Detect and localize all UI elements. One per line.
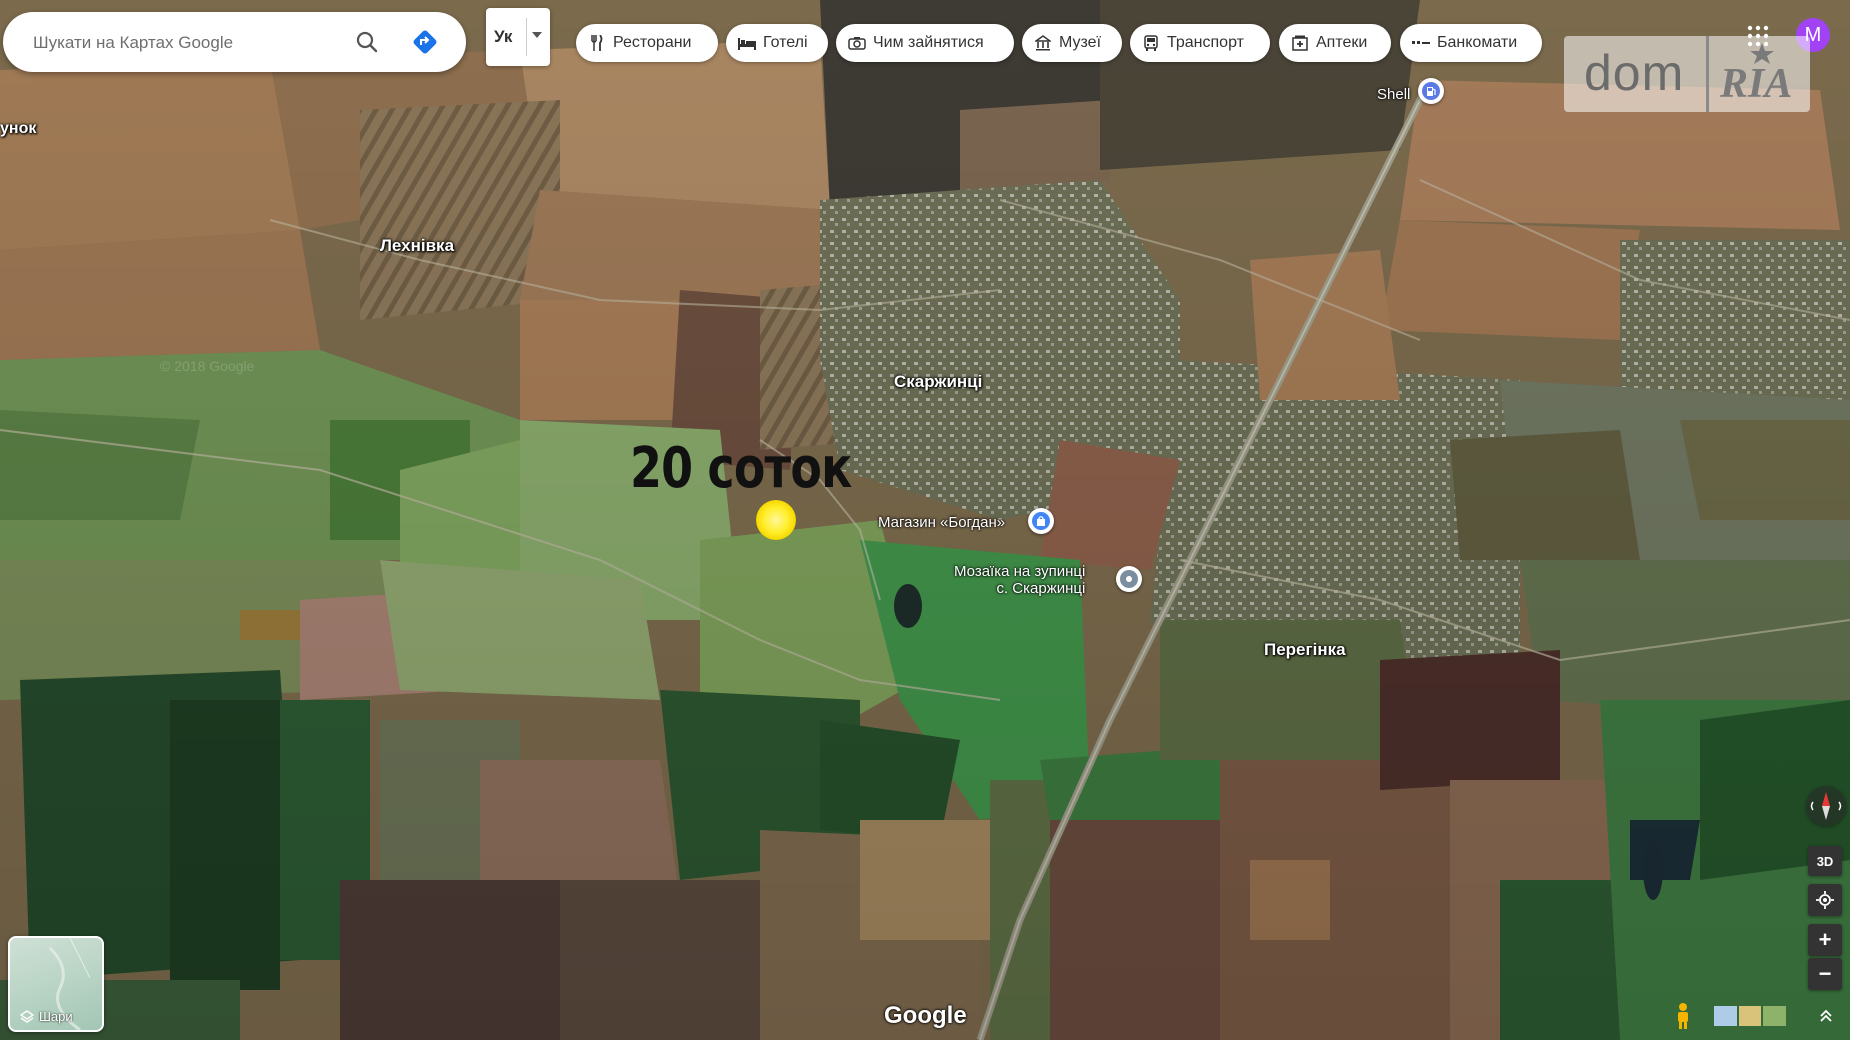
chip-pharmacies-label: Аптеки [1316,34,1368,51]
compass-icon [1810,792,1842,820]
pegman-icon[interactable] [1674,1002,1692,1030]
shopping-bag-icon [1032,512,1050,530]
chip-transit[interactable]: Транспорт [1130,24,1270,62]
chip-museums[interactable]: Музеї [1022,24,1122,62]
imagery-thumbnails[interactable] [1714,1006,1787,1026]
chip-restaurants[interactable]: Ресторани [576,24,718,62]
plot-location-marker[interactable] [756,500,796,540]
poi-shell-pin[interactable] [1418,78,1444,104]
chip-atms[interactable]: Банкомати [1400,24,1542,62]
zoom-in-button[interactable]: + [1808,924,1842,956]
pharmacy-icon [1291,34,1309,52]
chip-hotels[interactable]: Готелі [726,24,828,62]
poi-shell-label[interactable]: Shell [1377,86,1410,103]
atm-icon [1412,34,1430,52]
chip-hotels-label: Готелі [763,34,808,51]
watermark-ria-text: RIA [1720,61,1793,107]
place-perehinka-label: Перегінка [1264,640,1346,659]
place-partial-label: унок [0,120,37,137]
poi-mosaic-label-line2: с. Скаржинці [996,580,1086,597]
layers-label: Шари [39,1009,73,1024]
layers-button[interactable]: Шари [8,936,104,1032]
my-location-button[interactable] [1808,884,1842,916]
search-icon[interactable] [353,28,381,56]
tilt-3d-button[interactable]: 3D [1808,846,1842,876]
search-input[interactable] [31,12,335,74]
poi-shop-pin[interactable] [1028,508,1054,534]
landmark-icon [1120,570,1138,588]
bed-icon [738,34,756,52]
poi-mosaic-label-line1: Мозаїка на зупинці [954,563,1086,580]
language-label: Ук [494,27,513,46]
chip-museums-label: Музеї [1059,34,1102,51]
faint-copyright: © 2018 Google [160,358,255,374]
place-lekhnivka-label: Лехнівка [380,236,455,255]
chip-things-to-do-label: Чим зайнятися [873,34,984,51]
chevron-down-icon [532,32,542,38]
domria-watermark: dom RIA [1564,36,1810,112]
camera-icon [848,34,866,52]
gas-station-icon [1422,82,1440,100]
language-selector[interactable]: Ук [486,8,550,66]
compass-control[interactable] [1806,786,1846,826]
my-location-icon [1816,891,1834,909]
chip-pharmacies[interactable]: Аптеки [1279,24,1391,62]
star-icon [1750,43,1774,64]
place-skarzhyntsi-label: Скаржинці [894,372,983,391]
zoom-out-button[interactable]: − [1808,958,1842,990]
google-logo: Google [884,1002,967,1029]
layers-icon [20,1009,34,1023]
language-divider [526,18,527,56]
poi-mosaic-label[interactable]: Мозаїка на зупинці с. Скаржинці [954,563,1085,597]
chip-restaurants-label: Ресторани [613,34,692,51]
imagery-thumb-1[interactable] [1714,1006,1737,1026]
search-box [3,12,466,74]
poi-mosaic-pin[interactable] [1116,566,1142,592]
watermark-dom-text: dom [1584,45,1685,101]
chip-transit-label: Транспорт [1167,34,1244,51]
imagery-thumb-2[interactable] [1738,1006,1762,1026]
fork-knife-icon [588,34,606,52]
layers-label-wrap: Шари [20,1009,73,1024]
chip-things-to-do[interactable]: Чим зайнятися [836,24,1014,62]
directions-icon[interactable] [409,26,441,58]
expand-up-icon[interactable] [1816,1006,1836,1026]
plot-size-annotation: 20 соток [630,436,852,501]
chip-atms-label: Банкомати [1437,34,1518,51]
imagery-thumb-3[interactable] [1763,1006,1787,1026]
watermark-divider [1706,36,1709,112]
poi-shop-label[interactable]: Магазин «Богдан» [878,514,1005,531]
bus-icon [1142,34,1160,52]
museum-icon [1034,34,1052,52]
